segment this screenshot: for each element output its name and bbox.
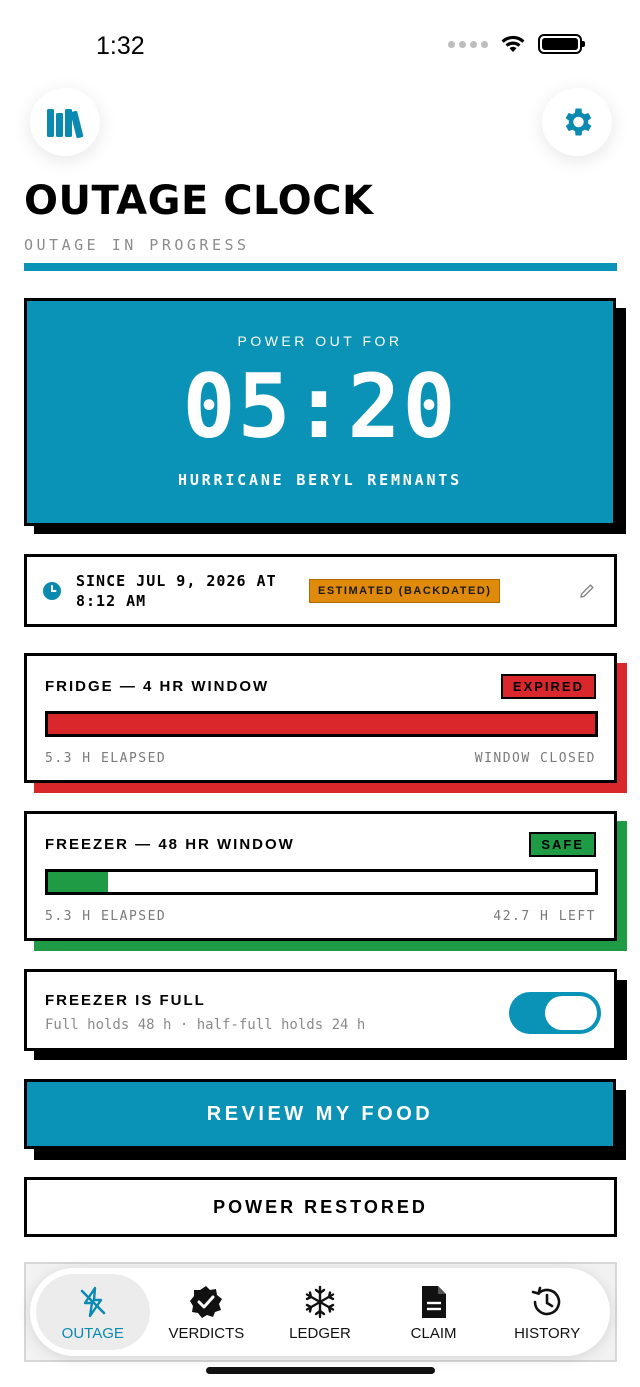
tab-verdicts-label: VERDICTS — [168, 1324, 245, 1342]
freezer-window-card: FREEZER — 48 HR WINDOW SAFE 5.3 H ELAPSE… — [24, 811, 617, 941]
wifi-icon — [501, 35, 525, 52]
tab-history-label: HISTORY — [514, 1324, 581, 1342]
freezer-progress-bar — [45, 869, 598, 895]
fridge-elapsed: 5.3 H ELAPSED — [45, 751, 167, 766]
power-restored-button[interactable]: POWER RESTORED — [24, 1177, 617, 1237]
freezer-full-card: FREEZER IS FULL Full holds 48 h · half-f… — [24, 969, 617, 1051]
toggle-knob — [545, 996, 597, 1030]
page-subtitle: OUTAGE IN PROGRESS — [24, 236, 250, 254]
battery-icon — [538, 34, 585, 54]
timer-label: POWER OUT FOR — [237, 333, 403, 349]
snowflake-icon — [301, 1283, 339, 1321]
home-indicator — [206, 1367, 435, 1374]
title-divider — [24, 263, 617, 271]
signal-icon — [448, 40, 488, 48]
tab-history[interactable]: HISTORY — [490, 1274, 604, 1350]
clock-icon — [43, 581, 61, 600]
fridge-status-badge: EXPIRED — [500, 674, 596, 699]
status-time: 1:32 — [96, 32, 145, 60]
library-button[interactable] — [30, 88, 100, 156]
verified-badge-icon — [187, 1283, 225, 1321]
history-icon — [528, 1283, 566, 1321]
freezer-full-title: FREEZER IS FULL — [45, 992, 206, 1009]
freezer-remaining: 42.7 H LEFT — [493, 909, 596, 924]
page-title: OUTAGE CLOCK — [24, 178, 374, 224]
lightning-off-icon — [74, 1283, 112, 1321]
freezer-elapsed: 5.3 H ELAPSED — [45, 909, 167, 924]
document-icon — [415, 1283, 453, 1321]
timer-card: POWER OUT FOR 05:20 HURRICANE BERYL REMN… — [24, 298, 616, 526]
tab-claim[interactable]: CLAIM — [377, 1274, 491, 1350]
freezer-status-badge: SAFE — [529, 832, 596, 857]
tab-outage-label: OUTAGE — [61, 1324, 124, 1342]
fridge-progress-fill — [48, 714, 595, 734]
fridge-remaining: WINDOW CLOSED — [474, 751, 596, 766]
timer-value: 05:20 — [182, 355, 458, 458]
review-food-button[interactable]: REVIEW MY FOOD — [24, 1079, 616, 1149]
event-name: HURRICANE BERYL REMNANTS — [178, 471, 462, 489]
fridge-progress-bar — [45, 711, 598, 737]
tab-claim-label: CLAIM — [410, 1324, 457, 1342]
freezer-full-toggle[interactable] — [509, 992, 601, 1034]
estimated-badge: ESTIMATED (BACKDATED) — [309, 578, 501, 603]
outage-start-card[interactable]: SINCE JUL 9, 2026 AT 8:12 AM ESTIMATED (… — [24, 554, 617, 627]
fridge-window-card: FRIDGE — 4 HR WINDOW EXPIRED 5.3 H ELAPS… — [24, 653, 617, 783]
outage-start-text: SINCE JUL 9, 2026 AT 8:12 AM — [76, 571, 277, 610]
freezer-window-title: FREEZER — 48 HR WINDOW — [45, 836, 295, 853]
pencil-icon[interactable] — [578, 582, 596, 600]
tab-outage[interactable]: OUTAGE — [36, 1274, 150, 1350]
freezer-full-subtitle: Full holds 48 h · half-full holds 24 h — [45, 1017, 366, 1033]
gear-icon — [565, 108, 592, 136]
status-icons — [448, 34, 585, 54]
tab-bar: OUTAGE VERDICTS LEDGER CLAIM HISTORY — [30, 1268, 610, 1356]
tab-ledger[interactable]: LEDGER — [263, 1274, 377, 1350]
tab-verdicts[interactable]: VERDICTS — [150, 1274, 264, 1350]
fridge-window-title: FRIDGE — 4 HR WINDOW — [45, 678, 270, 695]
tab-ledger-label: LEDGER — [289, 1324, 351, 1342]
freezer-progress-fill — [48, 872, 109, 892]
library-icon — [47, 109, 84, 139]
settings-button[interactable] — [542, 88, 612, 156]
